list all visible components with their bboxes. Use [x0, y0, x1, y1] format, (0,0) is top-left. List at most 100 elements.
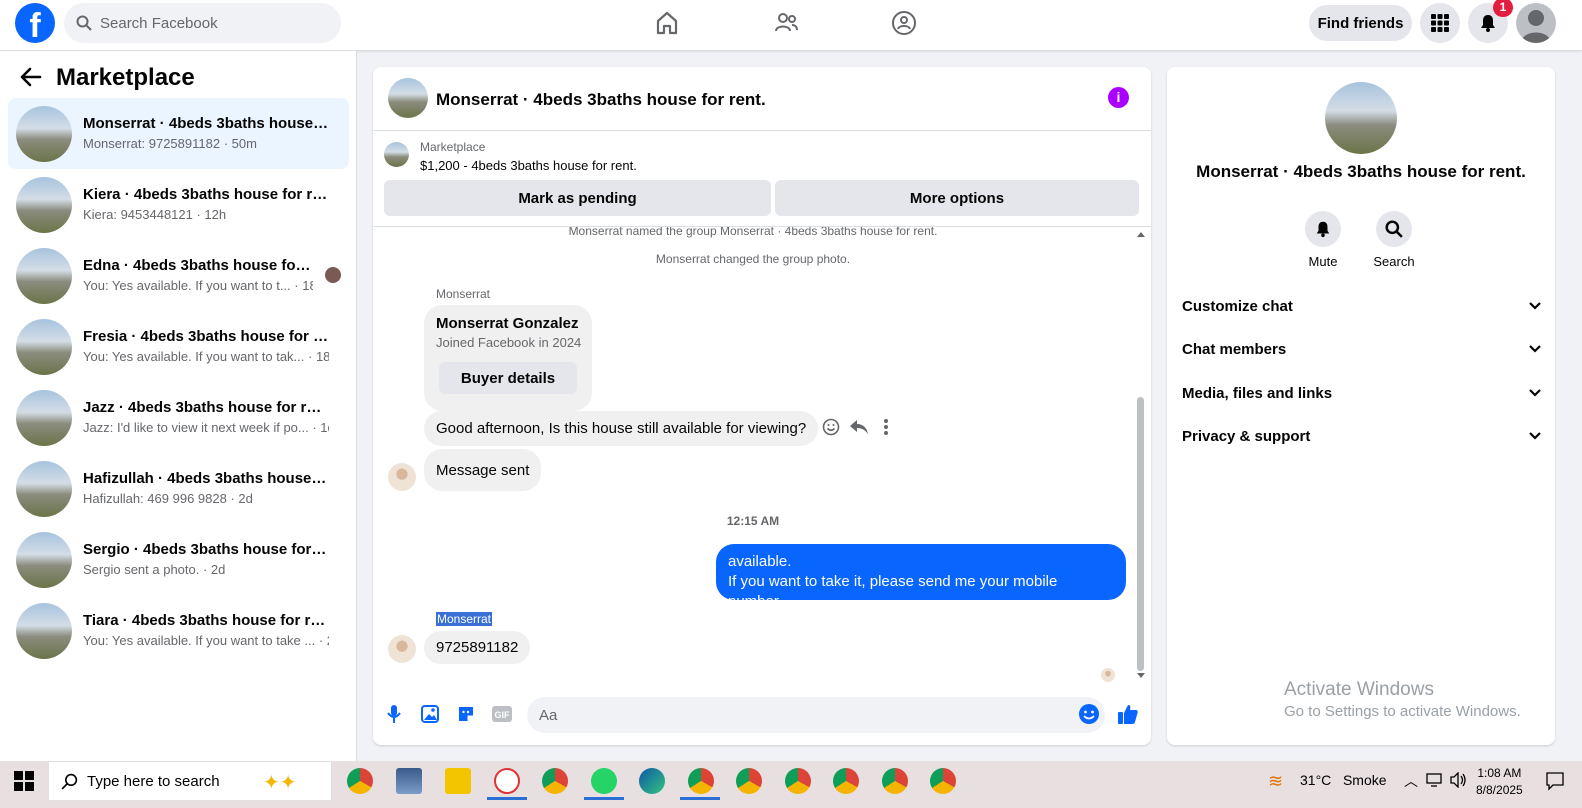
sender-avatar[interactable]: [388, 463, 416, 491]
sender-avatar[interactable]: [388, 635, 416, 663]
conversation-item[interactable]: Monserrat · 4beds 3baths house f... Monse…: [8, 98, 349, 169]
react-emoji-icon[interactable]: [822, 418, 840, 441]
chrome-icon[interactable]: [347, 768, 373, 794]
sticky-notes-icon[interactable]: [445, 768, 471, 794]
system-message: Monserrat changed the group photo.: [655, 252, 851, 266]
reply-icon[interactable]: [849, 418, 869, 441]
weather-icon: ≋: [1268, 771, 1284, 791]
gif-icon[interactable]: GIF: [491, 703, 513, 725]
conversation-name: Jazz · 4beds 3baths house for rent.: [83, 399, 329, 416]
whatsapp-icon[interactable]: [591, 768, 617, 794]
sticker-icon[interactable]: [455, 703, 477, 725]
conversation-name: Kiera · 4beds 3baths house for rent.: [83, 186, 329, 203]
incoming-message[interactable]: Message sent: [424, 449, 542, 491]
taskbar-search-input[interactable]: Type here to search ✦✦: [48, 761, 332, 801]
photo-icon[interactable]: [419, 703, 441, 725]
customize-chat-row[interactable]: Customize chat: [1182, 286, 1542, 326]
conversation-name: Hafizullah · 4beds 3baths house fo...: [83, 470, 329, 487]
conversation-name: Fresia · 4beds 3baths house for rent.: [83, 328, 329, 345]
friends-icon[interactable]: [771, 8, 801, 38]
details-title: Monserrat · 4beds 3baths house for rent.: [1196, 162, 1526, 181]
chevron-down-icon: [1529, 432, 1541, 440]
chat-details-panel: Monserrat · 4beds 3baths house for rent.…: [1167, 67, 1555, 745]
home-icon[interactable]: [652, 8, 682, 38]
network-icon[interactable]: [1426, 773, 1442, 792]
listing-thumbnail: [16, 247, 72, 304]
conversation-item[interactable]: Sergio · 4beds 3baths house for re... Ser…: [8, 524, 349, 595]
conversation-item[interactable]: Tiara · 4beds 3baths house for rent. You:…: [8, 595, 349, 666]
system-clock[interactable]: 1:08 AM 8/8/2025: [1476, 765, 1523, 799]
conversation-snippet: You: Yes available. If you want to t... …: [83, 278, 313, 293]
listing-thumbnail: [16, 531, 72, 588]
watermark-line: Go to Settings to activate Windows.: [1284, 703, 1521, 720]
chat-title[interactable]: Monserrat · 4beds 3baths house for rent.: [436, 90, 766, 110]
buyer-details-button[interactable]: Buyer details: [439, 362, 577, 394]
active-app-indicator: [680, 797, 720, 800]
bell-icon: [1305, 211, 1341, 247]
buyer-name: Monserrat Gonzalez: [436, 315, 579, 332]
outgoing-message[interactable]: available. If you want to take it, pleas…: [716, 544, 1126, 610]
find-friends-button[interactable]: Find friends: [1309, 5, 1412, 41]
message-scrollbar[interactable]: [1137, 231, 1145, 679]
listing-thumbnail[interactable]: [384, 142, 409, 167]
chrome-profile-icon[interactable]: [688, 768, 714, 794]
conversation-item[interactable]: Jazz · 4beds 3baths house for rent. Jazz:…: [8, 382, 349, 453]
groups-icon[interactable]: [889, 8, 919, 38]
conversation-snippet: Kiera: 9453448121 · 12h: [83, 207, 227, 222]
listing-thumbnail: [16, 318, 72, 375]
conversation-item[interactable]: Fresia · 4beds 3baths house for rent. You…: [8, 311, 349, 382]
volume-icon[interactable]: [1449, 771, 1467, 793]
like-thumb-icon[interactable]: [1117, 703, 1139, 725]
notification-center-icon[interactable]: [1545, 771, 1565, 796]
menu-grid-icon[interactable]: [1420, 3, 1460, 43]
chrome-profile-icon[interactable]: [736, 768, 762, 794]
chrome-profile-icon[interactable]: [882, 768, 908, 794]
snipping-tool-icon[interactable]: [494, 768, 520, 794]
media-files-links-row[interactable]: Media, files and links: [1182, 373, 1542, 413]
scrollbar-thumb[interactable]: [1137, 397, 1144, 671]
conversation-snippet: Monserrat: 9725891182 · 50m: [83, 136, 257, 151]
facebook-logo[interactable]: f: [15, 3, 55, 43]
search-icon: [61, 773, 78, 790]
chrome-profile-icon[interactable]: [542, 768, 568, 794]
row-label: Chat members: [1182, 340, 1287, 358]
more-actions-icon[interactable]: [883, 418, 889, 441]
profile-avatar[interactable]: [1516, 3, 1556, 43]
conversation-item[interactable]: Hafizullah · 4beds 3baths house fo... Haf…: [8, 453, 349, 524]
mark-as-pending-button[interactable]: Mark as pending: [384, 180, 771, 216]
incoming-message[interactable]: Good afternoon, Is this house still avai…: [424, 411, 819, 446]
search-input[interactable]: Search Facebook: [64, 3, 341, 43]
game-app-icon[interactable]: [396, 768, 422, 794]
edge-icon[interactable]: [639, 768, 665, 794]
microphone-icon[interactable]: [383, 703, 405, 725]
search-label: Search: [1373, 254, 1415, 269]
mute-button[interactable]: Mute: [1288, 211, 1358, 269]
weather-widget[interactable]: 31°C Smoke: [1300, 772, 1387, 788]
message-input[interactable]: Aa: [527, 697, 1105, 733]
conversation-item[interactable]: Edna · 4beds 3baths house for r... You: Y…: [8, 240, 349, 311]
chrome-profile-icon[interactable]: [833, 768, 859, 794]
chat-avatar-large[interactable]: [1325, 82, 1397, 154]
more-options-button[interactable]: More options: [775, 180, 1139, 216]
chevron-down-icon: [1529, 345, 1541, 353]
temperature: 31°C: [1300, 772, 1332, 788]
chat-avatar[interactable]: [388, 78, 428, 118]
chrome-profile-icon[interactable]: [930, 768, 956, 794]
active-app-indicator: [487, 797, 527, 800]
chevron-up-icon[interactable]: ︿: [1404, 771, 1418, 791]
back-arrow-icon[interactable]: [20, 66, 42, 93]
emoji-icon[interactable]: [1078, 703, 1100, 725]
chat-members-row[interactable]: Chat members: [1182, 329, 1542, 369]
chrome-profile-icon[interactable]: [785, 768, 811, 794]
chevron-down-icon: [1529, 389, 1541, 397]
incoming-message[interactable]: 9725891182: [424, 631, 531, 664]
windows-start-icon[interactable]: [14, 771, 34, 796]
info-icon[interactable]: i: [1108, 87, 1129, 108]
conversation-item[interactable]: Kiera · 4beds 3baths house for rent. Kier…: [8, 169, 349, 240]
message-placeholder: Aa: [539, 706, 558, 724]
search-in-chat-button[interactable]: Search: [1359, 211, 1429, 269]
privacy-support-row[interactable]: Privacy & support: [1182, 416, 1542, 456]
listing-title[interactable]: $1,200 - 4beds 3baths house for rent.: [420, 158, 637, 173]
search-icon: [1376, 211, 1412, 247]
conversation-name: Sergio · 4beds 3baths house for re...: [83, 541, 329, 558]
